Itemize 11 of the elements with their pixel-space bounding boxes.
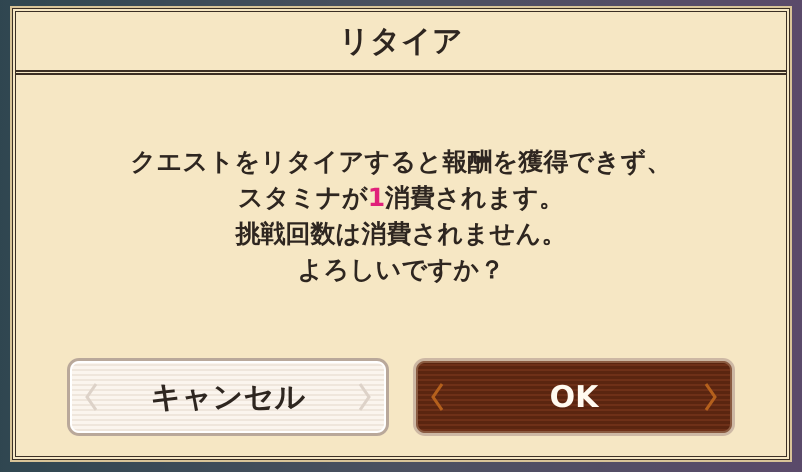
message-line: クエストをリタイアすると報酬を獲得できず、	[130, 146, 672, 178]
chevron-icon	[358, 382, 372, 412]
chevron-icon	[84, 382, 98, 412]
chevron-icon	[430, 382, 444, 412]
message-line: 挑戦回数は消費されません。	[236, 218, 566, 250]
message-line: スタミナが1消費されます。	[238, 182, 564, 214]
cancel-button[interactable]: キャンセル	[67, 358, 389, 436]
chevron-icon	[704, 382, 718, 412]
message-line: よろしいですか？	[298, 254, 504, 286]
ok-button[interactable]: OK	[413, 358, 735, 436]
dialog-title: リタイア	[339, 22, 463, 60]
